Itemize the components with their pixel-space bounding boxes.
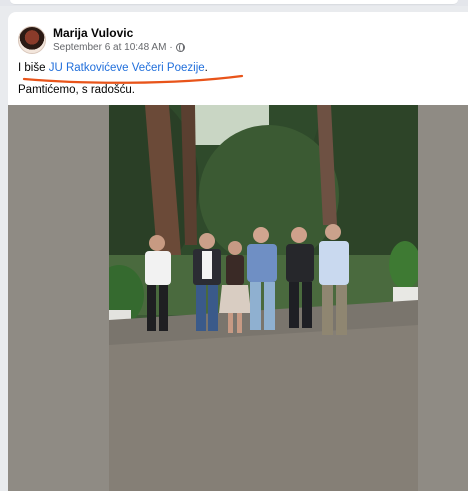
timestamp-row: September 6 at 10:48 AM · — [53, 41, 185, 54]
separator-dot: · — [169, 42, 173, 53]
post-text-line2: Pamtićemo, s radošću. — [18, 84, 135, 96]
post-header: Marija Vulovic September 6 at 10:48 AM · — [18, 22, 185, 58]
previous-post-bottom — [10, 0, 458, 5]
author-avatar[interactable] — [18, 26, 46, 54]
post-photo-frame — [8, 105, 468, 491]
post-timestamp[interactable]: September 6 at 10:48 AM — [53, 41, 166, 54]
globe-icon[interactable] — [175, 43, 185, 52]
author-name[interactable]: Marija Vulovic — [53, 26, 185, 41]
facebook-post: Marija Vulovic September 6 at 10:48 AM ·… — [8, 12, 468, 491]
author-meta: Marija Vulovic September 6 at 10:48 AM · — [53, 26, 185, 54]
post-photo[interactable] — [109, 105, 418, 491]
previous-post-edge — [0, 0, 468, 6]
